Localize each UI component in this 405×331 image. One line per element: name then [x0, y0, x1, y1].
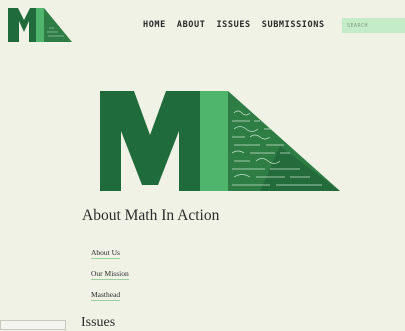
- nav-home-link[interactable]: HOME: [143, 20, 166, 32]
- about-links-list: About Us Our Mission Masthead: [91, 242, 129, 305]
- nav-about-link[interactable]: ABOUT: [177, 20, 206, 32]
- masthead-link[interactable]: Masthead: [91, 290, 121, 301]
- page-title: About Math In Action: [82, 207, 220, 224]
- list-item: About Us: [91, 242, 129, 263]
- about-us-link[interactable]: About Us: [91, 248, 120, 259]
- status-bar: [0, 320, 66, 330]
- list-item: Masthead: [91, 284, 129, 305]
- list-item: Our Mission: [91, 263, 129, 284]
- hero-logo: [100, 91, 340, 191]
- nav-submissions-link[interactable]: SUBMISSIONS: [262, 20, 325, 32]
- site-logo[interactable]: [8, 8, 72, 42]
- top-nav: HOME ABOUT ISSUES SUBMISSIONS: [143, 20, 325, 32]
- issues-heading: Issues: [81, 315, 116, 330]
- nav-issues-link[interactable]: ISSUES: [216, 20, 250, 32]
- our-mission-link[interactable]: Our Mission: [91, 269, 129, 280]
- search-input[interactable]: [342, 18, 405, 33]
